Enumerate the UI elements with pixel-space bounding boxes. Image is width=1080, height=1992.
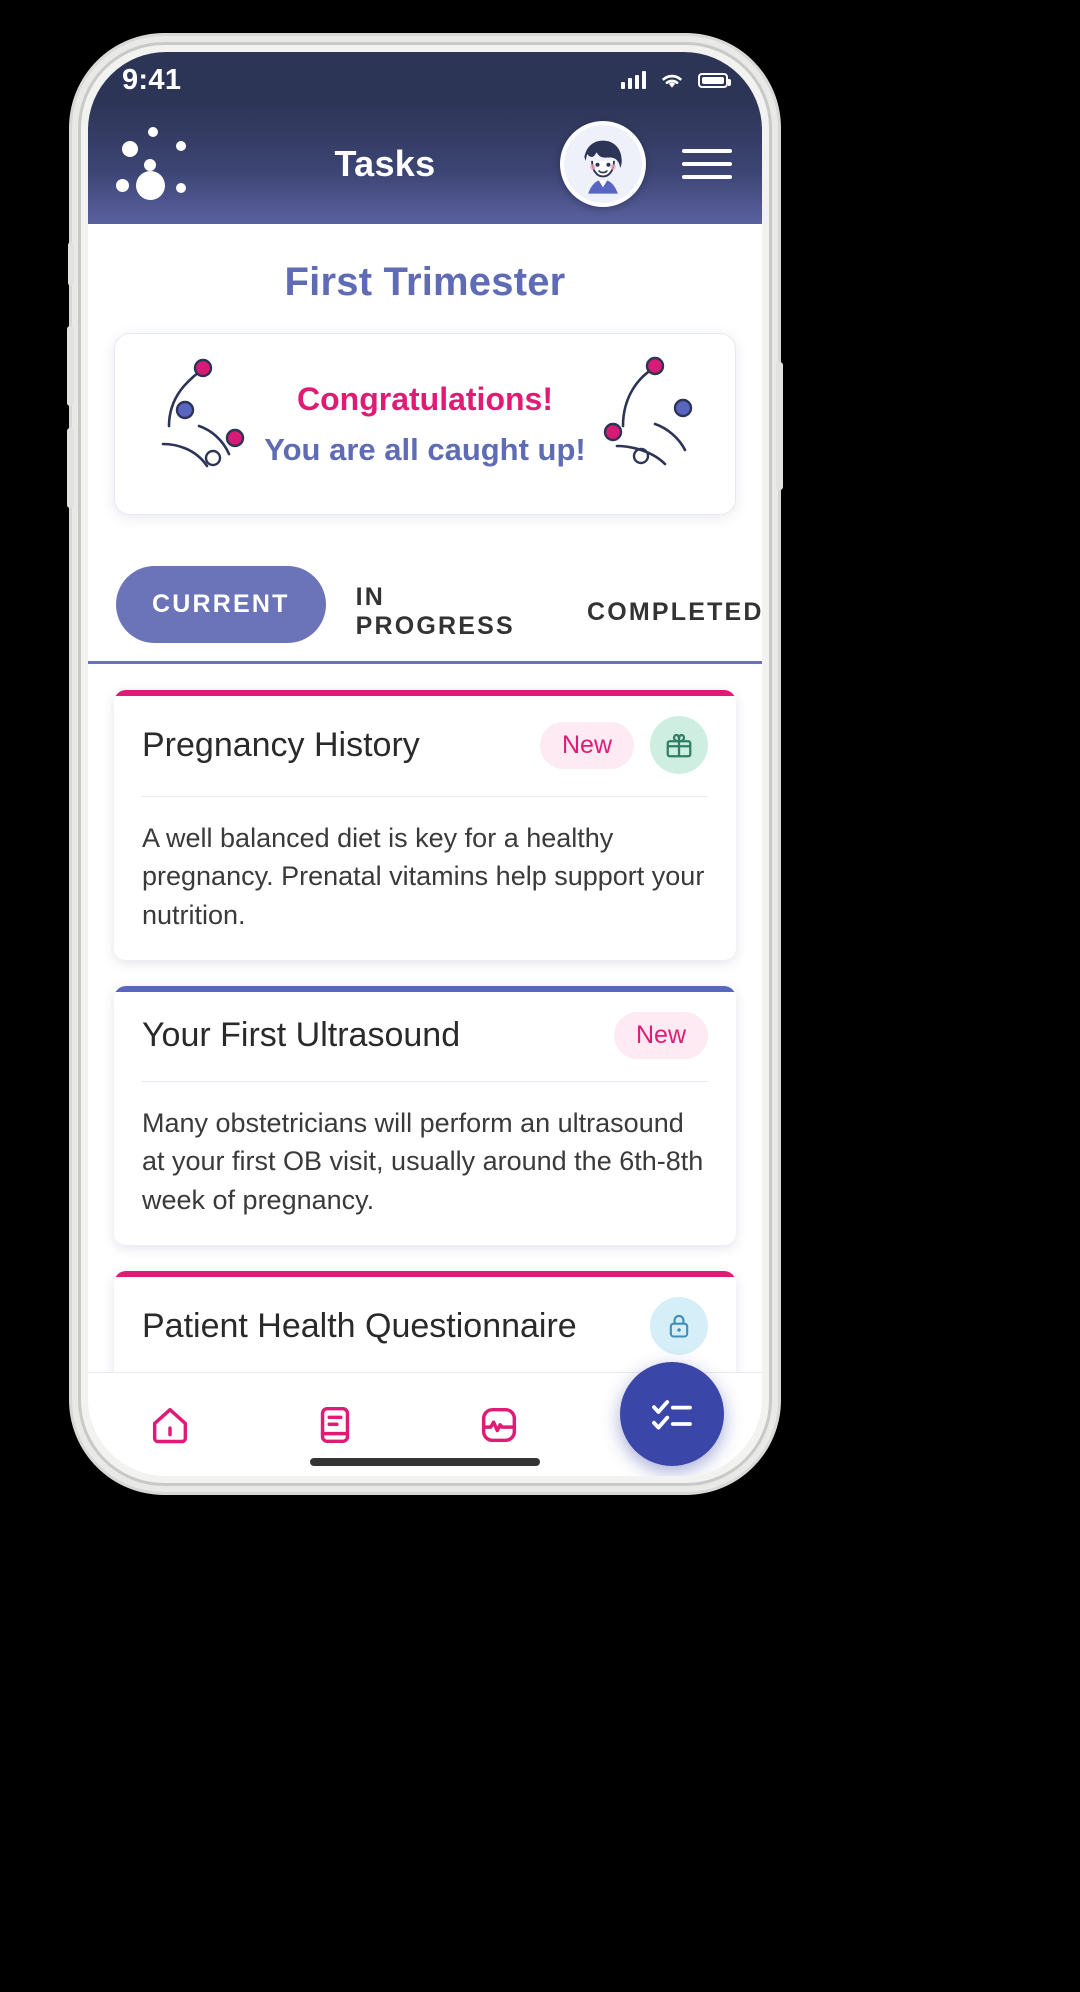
- nav-home[interactable]: [126, 1381, 214, 1469]
- status-bar: 9:41: [88, 52, 762, 104]
- congratulations-subtitle: You are all caught up!: [264, 431, 586, 467]
- nav-vitals[interactable]: [455, 1381, 543, 1469]
- tab-completed[interactable]: COMPLETED: [587, 578, 762, 647]
- task-card[interactable]: Your First Ultrasound New Many obstetric…: [114, 985, 736, 1245]
- hamburger-menu-icon[interactable]: [682, 149, 732, 179]
- home-indicator: [310, 1458, 540, 1466]
- task-card-actions: [650, 1296, 708, 1355]
- page-title: Tasks: [334, 143, 436, 184]
- nav-tasks[interactable]: [619, 1361, 724, 1466]
- phone-screen: 9:41 Tasks First Trimester Congratulatio…: [88, 52, 762, 1476]
- task-card[interactable]: Pregnancy History New A well balanced di…: [114, 690, 736, 960]
- status-icons: [621, 65, 731, 91]
- confetti-icon: [603, 356, 693, 466]
- congratulations-text: Congratulations! You are all caught up!: [264, 381, 586, 468]
- tab-in-progress[interactable]: IN PROGRESS: [356, 563, 515, 661]
- task-body: Many obstetricians will perform an ultra…: [142, 1107, 704, 1215]
- task-card-actions: New: [539, 716, 708, 774]
- task-card-actions: New: [613, 1011, 708, 1059]
- main-content: First Trimester Congratulations! You are: [88, 224, 762, 1476]
- status-time: 9:41: [122, 63, 182, 96]
- volume-up-button[interactable]: [67, 326, 74, 406]
- task-title: Your First Ultrasound: [142, 1016, 461, 1055]
- battery-icon: [698, 72, 731, 88]
- congratulations-title: Congratulations!: [297, 380, 553, 417]
- task-card-header: Your First Ultrasound New: [114, 986, 736, 1081]
- lock-icon[interactable]: [650, 1296, 708, 1355]
- confetti-icon: [161, 358, 245, 468]
- user-avatar[interactable]: [560, 121, 646, 207]
- app-header: Tasks: [88, 104, 762, 224]
- task-tabs: CURRENT IN PROGRESS COMPLETED: [88, 563, 762, 664]
- nav-documents[interactable]: [291, 1381, 379, 1469]
- trimester-heading: First Trimester: [284, 260, 566, 304]
- dots-logo-icon: [114, 123, 210, 205]
- document-icon: [320, 1406, 349, 1443]
- volume-down-button[interactable]: [67, 428, 74, 508]
- task-list: Pregnancy History New A well balanced di…: [88, 690, 762, 1476]
- task-title: Patient Health Questionnaire: [142, 1306, 577, 1345]
- home-icon: [153, 1407, 188, 1443]
- vitals-heartbeat-icon: [482, 1407, 517, 1442]
- tasks-checklist-icon: [651, 1399, 692, 1429]
- task-card-header: Patient Health Questionnaire: [114, 1271, 736, 1377]
- cellular-signal-icon: [621, 71, 646, 89]
- gift-icon[interactable]: [650, 716, 708, 774]
- screenshot-stage: 9:41 Tasks First Trimester Congratulatio…: [0, 0, 1080, 1992]
- task-title: Pregnancy History: [142, 725, 420, 764]
- phone-frame: 9:41 Tasks First Trimester Congratulatio…: [67, 36, 783, 1492]
- status-badge: New: [539, 721, 634, 769]
- power-button[interactable]: [776, 362, 783, 490]
- tab-current[interactable]: CURRENT: [116, 565, 326, 643]
- status-badge: New: [613, 1011, 708, 1059]
- mute-switch[interactable]: [68, 242, 74, 286]
- congratulations-card: Congratulations! You are all caught up!: [114, 333, 736, 515]
- wifi-icon: [662, 74, 682, 88]
- task-body: A well balanced diet is key for a health…: [142, 823, 705, 930]
- task-card-header: Pregnancy History New: [114, 690, 736, 796]
